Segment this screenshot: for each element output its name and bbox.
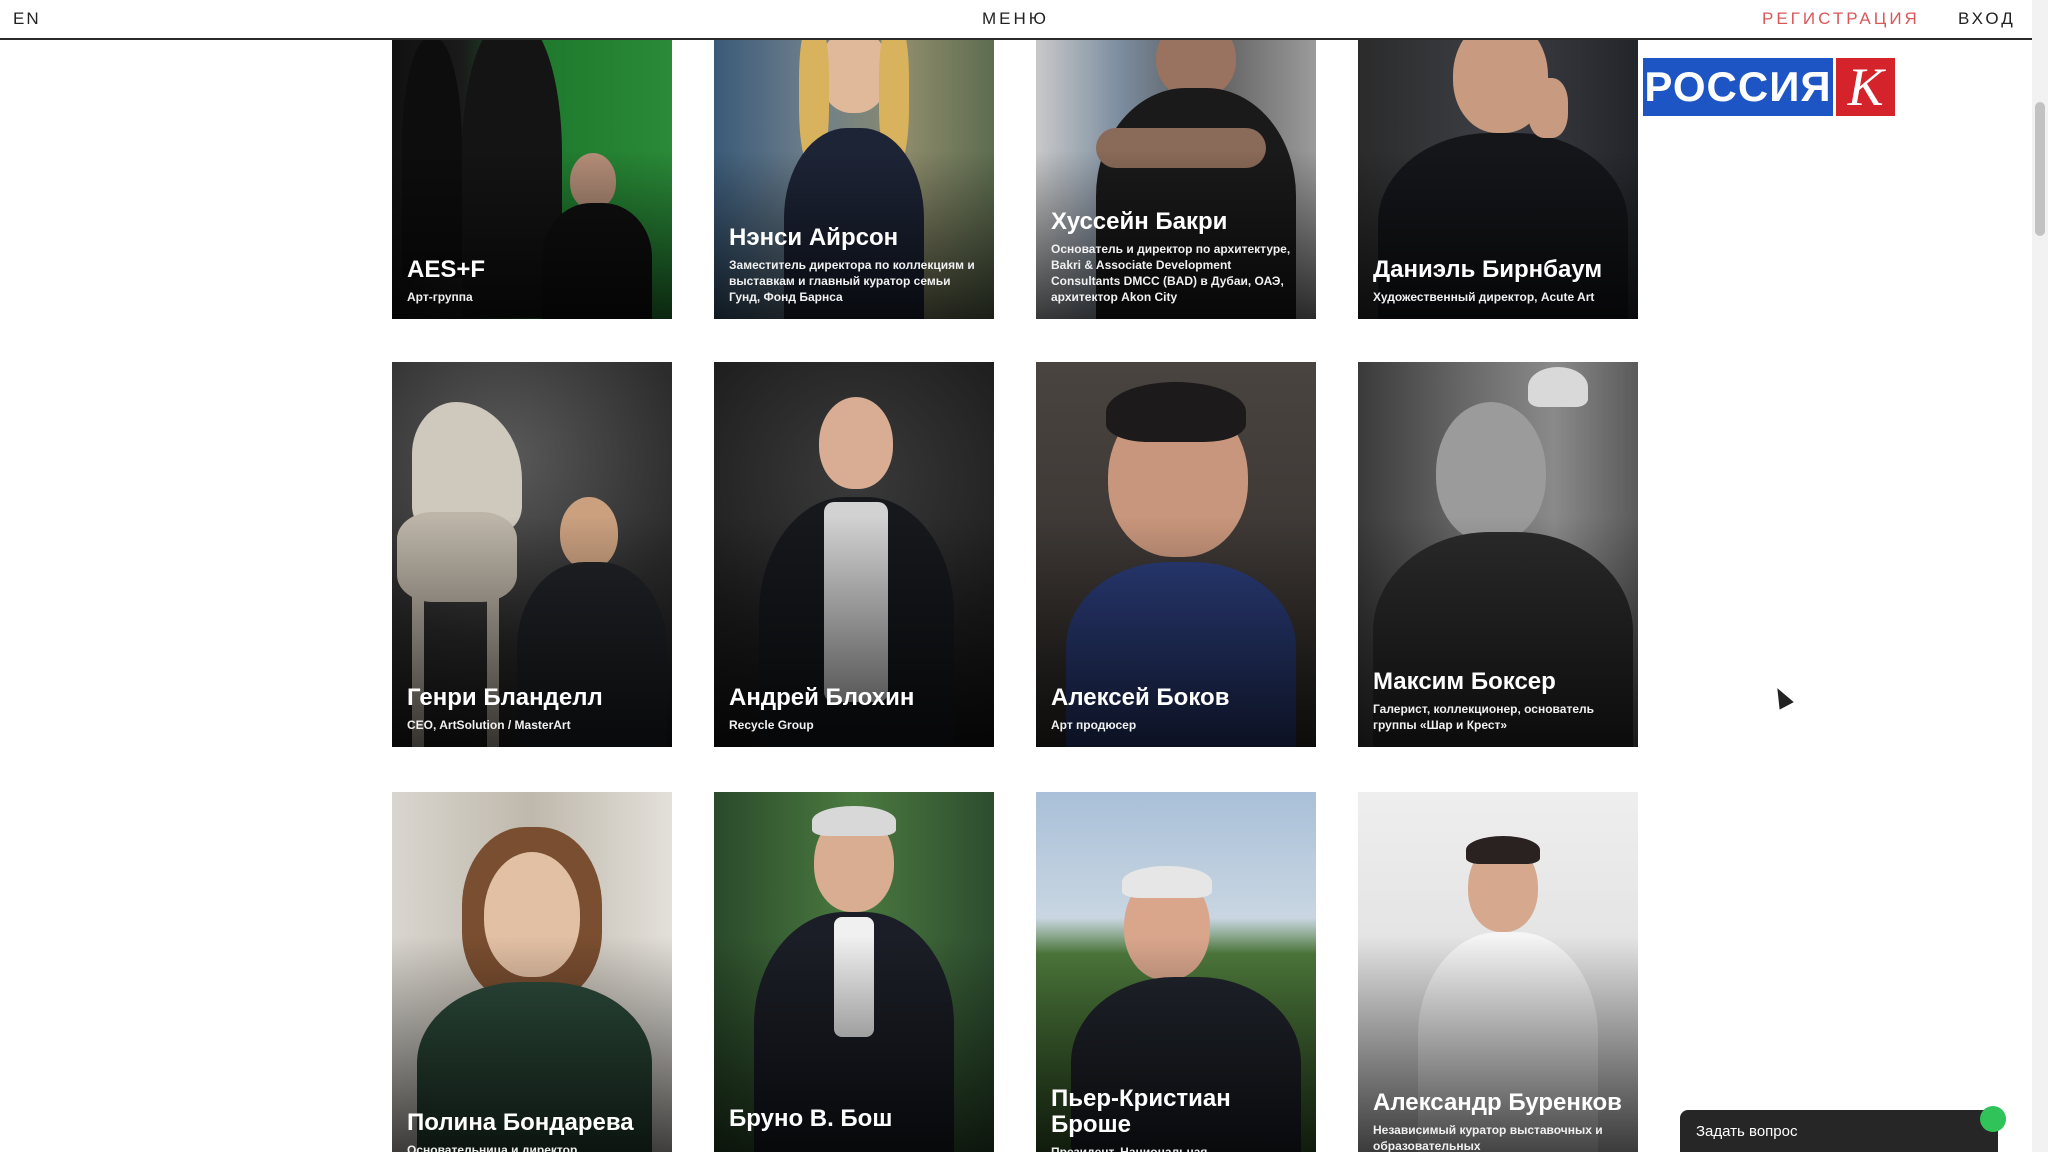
login-link[interactable]: ВХОД [1958,9,2016,29]
person-role: Арт продюсер [1051,718,1137,732]
logo-letter: К [1836,58,1895,116]
person-card[interactable]: Нэнси Айрсон Заместитель директора по ко… [714,38,994,319]
person-card[interactable]: Андрей Блохин Recycle Group [714,362,994,747]
person-card[interactable]: Даниэль Бирнбаум Художественный директор… [1358,38,1638,319]
person-role: Арт-группа [407,290,473,304]
person-name: Алексей Боков [1051,684,1230,711]
person-card[interactable]: AES+F Арт-группа [392,38,672,319]
person-name: Полина Бондарева [407,1109,634,1136]
person-name: Андрей Блохин [729,684,915,711]
person-role: Независимый куратор выставочных и образо… [1373,1123,1603,1152]
person-name: Хуссейн Бакри [1051,208,1228,235]
register-link[interactable]: РЕГИСТРАЦИЯ [1762,9,1920,29]
mouse-cursor-icon [1770,684,1794,710]
person-role: Галерист, коллекционер, основатель групп… [1373,702,1594,732]
logo-text: РОССИЯ [1643,58,1833,116]
person-role: Recycle Group [729,718,814,732]
russia-k-logo[interactable]: РОССИЯ К [1643,58,1895,116]
scrollbar-thumb[interactable] [2035,102,2045,236]
person-card[interactable]: Пьер-Кристиан Броше Президент, Националь… [1036,792,1316,1152]
person-name: Нэнси Айрсон [729,224,899,251]
person-card[interactable]: Александр Буренков Независимый куратор в… [1358,792,1638,1152]
person-card[interactable]: Максим Боксер Галерист, коллекционер, ос… [1358,362,1638,747]
person-name: AES+F [407,256,486,283]
language-switch[interactable]: EN [13,9,41,29]
menu-button[interactable]: МЕНЮ [982,9,1049,29]
person-role: Основатель и директор по архитектуре, Ba… [1051,242,1291,304]
person-name: Пьер-Кристиан Броше [1051,1085,1231,1138]
person-card[interactable]: Полина Бондарева Основательница и директ… [392,792,672,1152]
ask-question-button[interactable]: Задать вопрос [1680,1106,2006,1152]
person-name: Даниэль Бирнбаум [1373,256,1603,283]
person-name: Бруно В. Бош [729,1105,893,1132]
person-role: Художественный директор, Acute Art [1373,290,1595,304]
person-card[interactable]: Хуссейн Бакри Основатель и директор по а… [1036,38,1316,319]
person-card[interactable]: Алексей Боков Арт продюсер [1036,362,1316,747]
ask-question-label: Задать вопрос [1696,1123,1798,1140]
person-role: Заместитель директора по коллекциям и вы… [729,258,975,304]
person-role: CEO, ArtSolution / MasterArt [407,718,571,732]
person-card[interactable]: Бруно В. Бош [714,792,994,1152]
online-indicator [1980,1106,2006,1132]
person-name: Максим Боксер [1373,668,1556,695]
person-card[interactable]: Генри Бланделл CEO, ArtSolution / Master… [392,362,672,747]
person-role: Президент, Национальная [1051,1145,1208,1152]
top-navigation-bar: EN МЕНЮ РЕГИСТРАЦИЯ ВХОД [0,0,2032,40]
person-name: Александр Буренков [1373,1089,1622,1116]
person-name: Генри Бланделл [407,684,603,711]
person-role: Основательница и директор, [407,1143,581,1152]
